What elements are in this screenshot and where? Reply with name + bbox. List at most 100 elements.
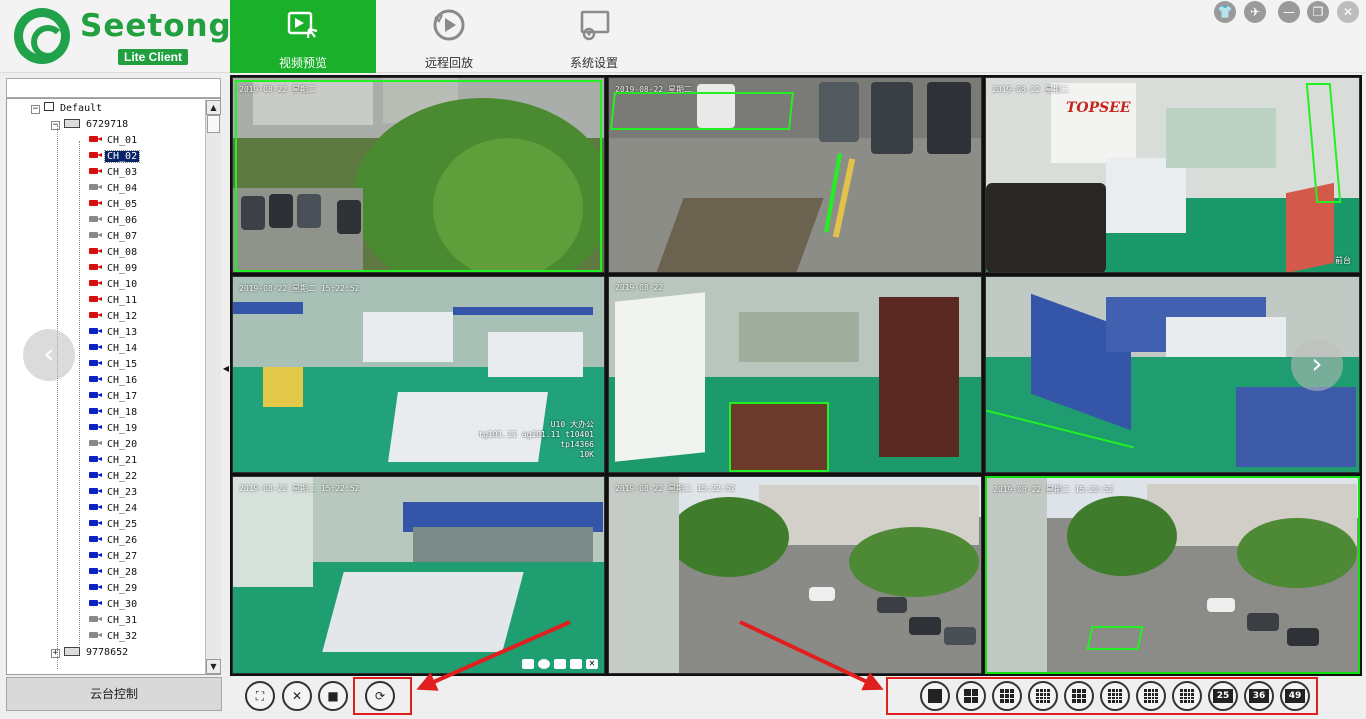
tree-channel-ch_09[interactable]: CH_09 [89,261,139,277]
tile-timestamp: 2019-08-22 星期二 15:22:52 [993,485,1114,494]
collapse-icon[interactable]: − [31,105,40,114]
camera-icon [89,230,102,240]
camera-icon [89,214,102,224]
video-tile-1[interactable]: 2019-08-22 星期二 [232,77,605,273]
camera-icon [89,566,102,576]
device-tree[interactable]: − Default −6729718 CH_01 CH_02 CH_03 CH_04 CH_0… [6,98,221,675]
skin-icon[interactable]: 👕 [1214,1,1236,23]
tree-channel-ch_24[interactable]: CH_24 [89,501,139,517]
tree-device-6729718[interactable]: −6729718 [51,117,130,133]
tree-channel-ch_16[interactable]: CH_16 [89,373,139,389]
scroll-up-icon[interactable]: ▲ [206,100,221,115]
camera-icon [89,390,102,400]
tree-channel-ch_05[interactable]: CH_05 [89,197,139,213]
fullscreen-button[interactable]: ⛶ [245,681,275,711]
group-icon [44,102,54,111]
camera-icon [89,486,102,496]
video-tile-2[interactable]: 2019-08-22 星期二 [608,77,982,273]
minimize-icon[interactable]: — [1278,1,1300,23]
tree-channel-ch_30[interactable]: CH_30 [89,597,139,613]
tree-channel-ch_02[interactable]: CH_02 [89,149,141,165]
microphone-icon[interactable] [538,659,550,669]
tree-channel-ch_25[interactable]: CH_25 [89,517,139,533]
tree-channel-ch_04[interactable]: CH_04 [89,181,139,197]
tree-device-9778652[interactable]: +9778652 [51,645,130,661]
video-tile-9[interactable]: 2019-08-22 星期二 15:22:52 [985,476,1360,674]
fit-window-icon: ✕ [291,689,303,703]
record-icon[interactable] [522,659,534,669]
top-bar: Seetong Lite Client 视频预览 远程回放 系统设置 👕 ✈ —… [0,0,1366,73]
close-icon[interactable]: ✕ [1337,1,1359,23]
tree-channel-ch_01[interactable]: CH_01 [89,133,139,149]
tree-channel-ch_18[interactable]: CH_18 [89,405,139,421]
camera-icon [89,342,102,352]
camera-icon [89,406,102,416]
tab-label: 视频预览 [278,56,327,70]
tree-channel-ch_27[interactable]: CH_27 [89,549,139,565]
tree-channel-ch_21[interactable]: CH_21 [89,453,139,469]
app-logo: Seetong Lite Client [14,6,231,66]
tree-channel-ch_31[interactable]: CH_31 [89,613,139,629]
tree-channel-ch_12[interactable]: CH_12 [89,309,139,325]
snapshot-icon[interactable] [570,659,582,669]
camera-icon [89,198,102,208]
tree-channel-ch_28[interactable]: CH_28 [89,565,139,581]
audio-icon[interactable] [554,659,566,669]
camera-icon [89,150,102,160]
tab-system-settings[interactable]: 系统设置 [521,0,667,73]
tree-scrollbar[interactable]: ▲ ▼ [205,100,221,674]
tree-channel-ch_11[interactable]: CH_11 [89,293,139,309]
pin-icon[interactable]: ✈ [1244,1,1266,23]
collapse-sidebar-icon[interactable]: ◀ [222,360,230,378]
ptz-control-button[interactable]: 云台控制 [6,677,222,711]
tile-channel-name: 前台 [1335,256,1351,265]
video-tile-5[interactable]: 2019-08-22 [608,276,982,473]
collapse-icon[interactable]: − [51,121,60,130]
tree-channel-ch_23[interactable]: CH_23 [89,485,139,501]
fit-window-button[interactable]: ✕ [282,681,312,711]
tab-remote-playback[interactable]: 远程回放 [376,0,522,73]
tree-channel-ch_32[interactable]: CH_32 [89,629,139,645]
tree-channel-ch_17[interactable]: CH_17 [89,389,139,405]
logo-subtitle: Lite Client [118,49,189,65]
next-page-icon[interactable]: › [1291,339,1343,391]
tree-channel-ch_03[interactable]: CH_03 [89,165,139,181]
tab-video-preview[interactable]: 视频预览 [230,0,376,73]
tile-timestamp: 2019-08-22 星期二 [615,85,692,94]
tile-osd: U10 大办公 tg101.11 ag101.11 t10401 tp14366… [478,420,594,459]
prev-page-icon[interactable]: ‹ [23,329,75,381]
seetong-logo-icon [14,8,70,64]
video-tile-4[interactable]: 2019-08-22 星期二 15:22:52 U10 大办公 tg101.11… [232,276,605,473]
tree-channel-ch_20[interactable]: CH_20 [89,437,139,453]
tile-timestamp: 2019-08-22 星期二 15:22:52 [239,484,360,493]
camera-icon [89,470,102,480]
tree-channel-ch_14[interactable]: CH_14 [89,341,139,357]
scroll-thumb[interactable] [207,115,220,133]
device-search-input[interactable] [6,78,221,98]
camera-icon [89,422,102,432]
close-tile-icon[interactable]: ✕ [586,659,598,669]
tree-channel-ch_08[interactable]: CH_08 [89,245,139,261]
stop-all-button[interactable]: ■ [318,681,348,711]
tree-channel-ch_10[interactable]: CH_10 [89,277,139,293]
expand-icon[interactable]: + [51,649,60,658]
camera-icon [89,438,102,448]
tree-root-default[interactable]: − Default [31,101,104,117]
tree-channel-ch_13[interactable]: CH_13 [89,325,139,341]
video-tile-3[interactable]: TOPSEE 2019-08-22 星期二 前台 [985,77,1360,273]
tree-channel-ch_15[interactable]: CH_15 [89,357,139,373]
tree-channel-ch_22[interactable]: CH_22 [89,469,139,485]
tree-channel-ch_29[interactable]: CH_29 [89,581,139,597]
camera-icon [89,614,102,624]
video-tile-7[interactable]: 2019-08-22 星期二 15:22:52 ✕ [232,476,605,674]
tree-channel-ch_07[interactable]: CH_07 [89,229,139,245]
video-tile-6[interactable]: › [985,276,1360,473]
tile-timestamp: 2019-08-22 星期二 15:22:52 [239,284,360,293]
tree-channel-ch_06[interactable]: CH_06 [89,213,139,229]
scroll-down-icon[interactable]: ▼ [206,659,221,674]
tree-channel-ch_26[interactable]: CH_26 [89,533,139,549]
tile-timestamp: 2019-08-22 星期二 [239,85,316,94]
tree-channel-ch_19[interactable]: CH_19 [89,421,139,437]
video-tile-8[interactable]: 2019-08-22 星期二 15:22:52 [608,476,982,674]
maximize-icon[interactable]: ❐ [1307,1,1329,23]
